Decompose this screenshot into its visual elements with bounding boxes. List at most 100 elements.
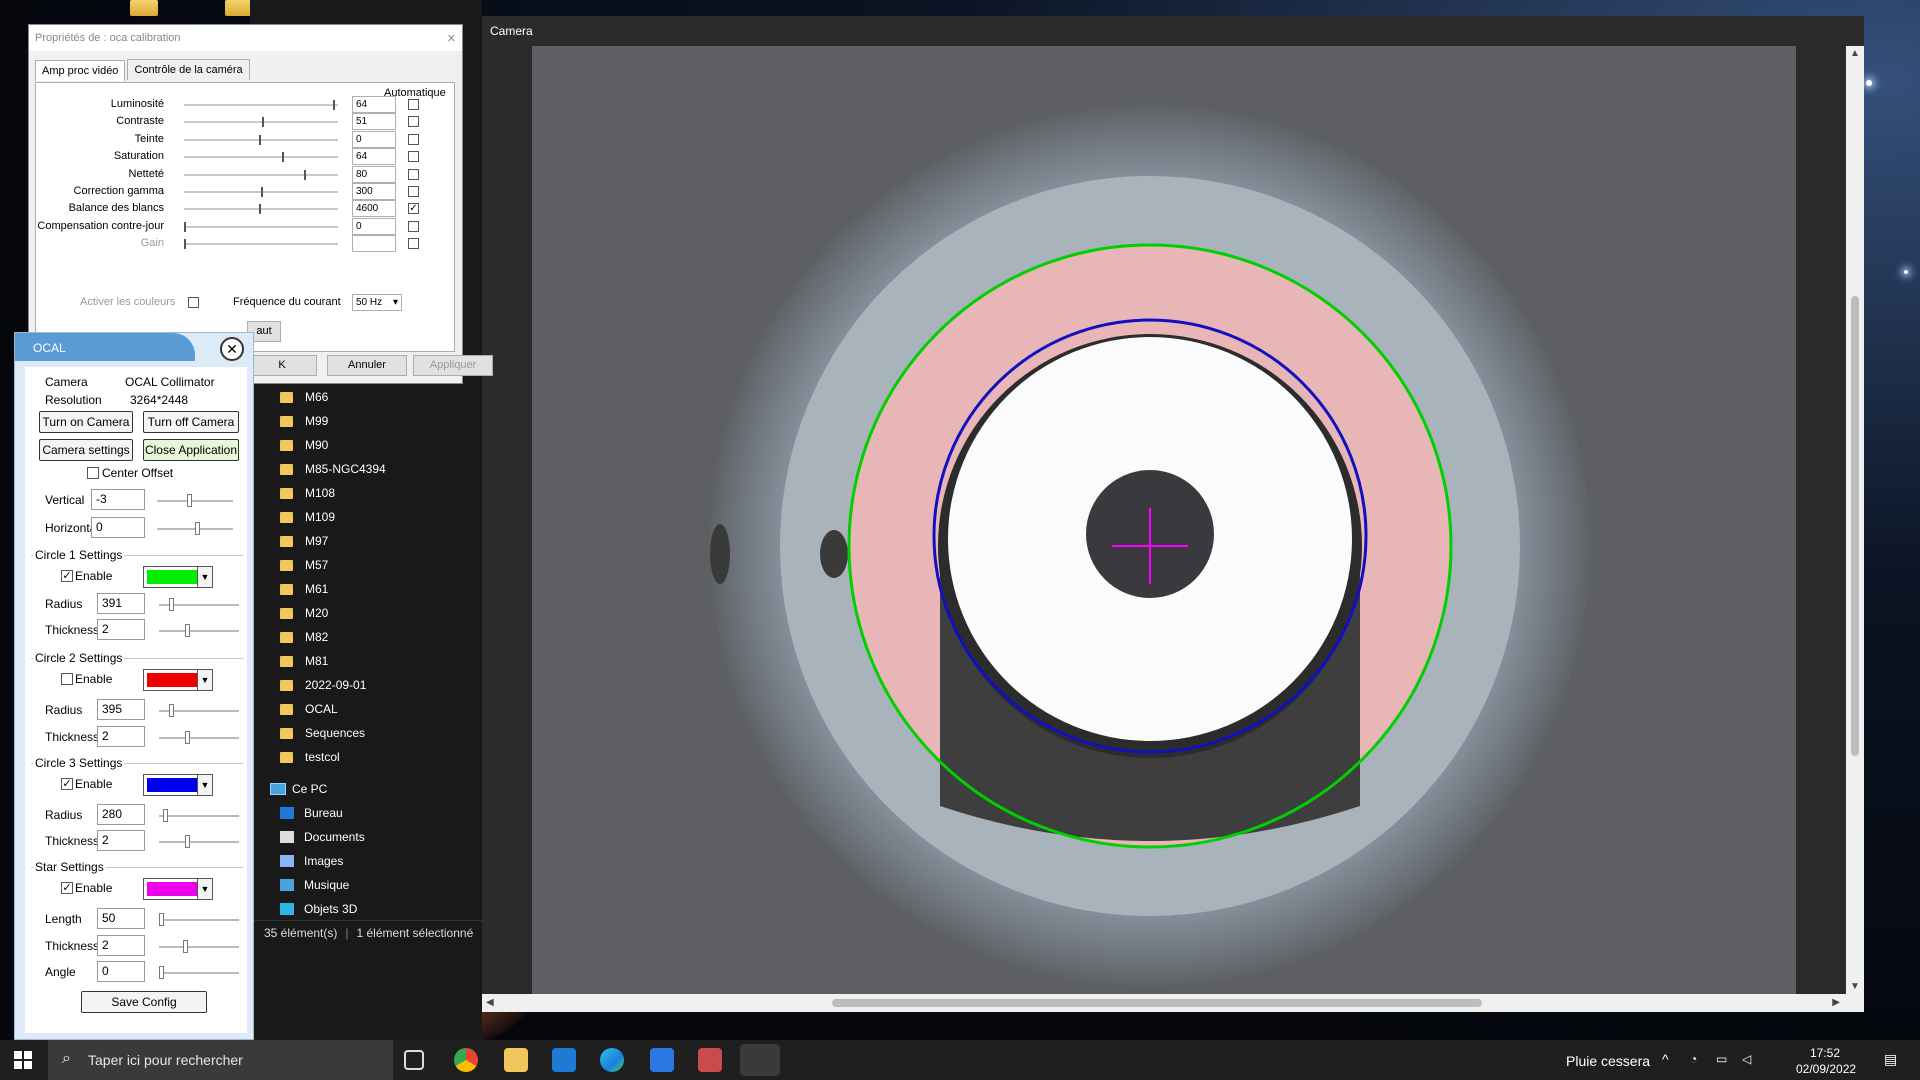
circle2-enable-checkbox[interactable] (61, 673, 73, 685)
property-auto-checkbox[interactable] (408, 99, 419, 110)
task-view-icon[interactable] (404, 1050, 424, 1070)
folder-item[interactable]: M108 (280, 481, 386, 505)
star-thickness-thumb[interactable] (183, 940, 188, 953)
circle1-radius-slider[interactable] (159, 598, 239, 611)
property-auto-checkbox[interactable] (408, 169, 419, 180)
tab-camera-control[interactable]: Contrôle de la caméra (127, 59, 250, 80)
horizontal-scrollbar[interactable]: ◀ ▶ (482, 994, 1864, 1012)
star-color-picker[interactable]: ▼ (143, 878, 213, 900)
circle1-thickness-thumb[interactable] (185, 624, 190, 637)
folder-item[interactable]: OCAL (280, 697, 386, 721)
chevron-up-icon[interactable]: ^ (1662, 1051, 1669, 1067)
property-slider-thumb[interactable] (262, 117, 264, 127)
chevron-down-icon[interactable]: ▼ (197, 878, 213, 900)
property-slider-thumb[interactable] (184, 239, 186, 249)
this-pc-item[interactable]: Ce PC (270, 777, 386, 801)
property-slider[interactable] (184, 117, 338, 127)
star-thickness-slider[interactable] (159, 940, 239, 953)
clock-date[interactable]: 02/09/2022 (1796, 1062, 1856, 1076)
folder-item[interactable]: M81 (280, 649, 386, 673)
circle3-thickness-input[interactable]: 2 (97, 830, 145, 851)
property-value-input[interactable]: 80 (352, 166, 396, 183)
star-angle-input[interactable]: 0 (97, 961, 145, 982)
star-angle-thumb[interactable] (159, 966, 164, 979)
camera-settings-button[interactable]: Camera settings (39, 439, 133, 461)
folder-item[interactable]: M85-NGC4394 (280, 457, 386, 481)
folder-item[interactable]: Sequences (280, 721, 386, 745)
folder-item[interactable]: M90 (280, 433, 386, 457)
property-auto-checkbox[interactable] (408, 151, 419, 162)
circle1-radius-thumb[interactable] (169, 598, 174, 611)
cancel-button[interactable]: Annuler (327, 355, 407, 376)
folder-item[interactable]: M99 (280, 409, 386, 433)
pc-location-item[interactable]: Documents (280, 825, 386, 849)
folder-item[interactable]: M66 (280, 385, 386, 409)
horizontal-scroll-thumb[interactable] (832, 999, 1482, 1007)
folder-item[interactable]: M57 (280, 553, 386, 577)
scroll-down-icon[interactable]: ▼ (1850, 981, 1860, 992)
notepad-icon[interactable] (650, 1048, 674, 1072)
vertical-slider[interactable] (157, 494, 233, 507)
property-value-input[interactable]: 64 (352, 96, 396, 113)
vertical-scrollbar[interactable]: ▲ ▼ (1846, 46, 1864, 994)
property-slider-thumb[interactable] (304, 170, 306, 180)
star-enable-checkbox[interactable]: ✓ (61, 882, 73, 894)
folder-item[interactable]: M82 (280, 625, 386, 649)
chevron-down-icon[interactable]: ▼ (197, 774, 213, 796)
ocal-app-icon[interactable] (740, 1044, 780, 1076)
power-frequency-select[interactable]: 50 Hz ▾ (352, 294, 402, 311)
circle2-radius-slider[interactable] (159, 704, 239, 717)
enable-colors-checkbox[interactable] (188, 297, 199, 308)
folder-item[interactable]: M20 (280, 601, 386, 625)
close-icon[interactable]: ✕ (220, 337, 244, 361)
property-value-input[interactable]: 300 (352, 183, 396, 200)
close-application-button[interactable]: Close Application (143, 439, 239, 461)
tab-amp-proc-video[interactable]: Amp proc vidéo (35, 60, 126, 81)
folder-item[interactable]: 2022-09-01 (280, 673, 386, 697)
circle3-radius-slider[interactable] (159, 809, 239, 822)
star-thickness-input[interactable]: 2 (97, 935, 145, 956)
property-slider[interactable] (184, 152, 338, 162)
star-length-slider[interactable] (159, 913, 239, 926)
property-value-input[interactable]: 64 (352, 148, 396, 165)
circle1-color-picker[interactable]: ▼ (143, 566, 213, 588)
star-angle-slider[interactable] (159, 966, 239, 979)
folder-item[interactable]: testcol (280, 745, 386, 769)
folder-item[interactable]: M61 (280, 577, 386, 601)
property-auto-checkbox[interactable] (408, 186, 419, 197)
property-slider[interactable] (184, 135, 338, 145)
camera-viewport[interactable] (532, 46, 1796, 994)
folder-item[interactable]: M97 (280, 529, 386, 553)
scroll-left-icon[interactable]: ◀ (486, 997, 494, 1008)
circle3-thickness-slider[interactable] (159, 835, 239, 848)
circle1-enable-checkbox[interactable]: ✓ (61, 570, 73, 582)
circle2-thickness-thumb[interactable] (185, 731, 190, 744)
vertical-scroll-thumb[interactable] (1851, 296, 1859, 756)
save-config-button[interactable]: Save Config (81, 991, 207, 1013)
chrome-icon[interactable] (454, 1048, 478, 1072)
turn-on-camera-button[interactable]: Turn on Camera (39, 411, 133, 433)
property-value-input[interactable]: 4600 (352, 200, 396, 217)
property-slider[interactable] (184, 222, 338, 232)
property-slider[interactable] (184, 187, 338, 197)
notifications-icon[interactable]: ▤ (1884, 1051, 1897, 1068)
scroll-up-icon[interactable]: ▲ (1850, 48, 1860, 59)
property-slider-thumb[interactable] (259, 135, 261, 145)
circle2-thickness-slider[interactable] (159, 731, 239, 744)
property-value-input[interactable]: 0 (352, 131, 396, 148)
property-auto-checkbox[interactable] (408, 221, 419, 232)
property-auto-checkbox[interactable] (408, 116, 419, 127)
horizontal-input[interactable]: 0 (91, 517, 145, 538)
app-icon[interactable] (698, 1048, 722, 1072)
circle3-thickness-thumb[interactable] (185, 835, 190, 848)
battery-icon[interactable]: ▭ (1716, 1052, 1727, 1066)
apply-button[interactable]: Appliquer (413, 355, 493, 376)
folder-item[interactable]: M109 (280, 505, 386, 529)
property-value-input[interactable] (352, 235, 396, 252)
mail-icon[interactable] (552, 1048, 576, 1072)
file-explorer-icon[interactable] (504, 1048, 528, 1072)
horizontal-slider[interactable] (157, 522, 233, 535)
pc-location-item[interactable]: Musique (280, 873, 386, 897)
property-slider[interactable] (184, 239, 338, 249)
property-value-input[interactable]: 0 (352, 218, 396, 235)
